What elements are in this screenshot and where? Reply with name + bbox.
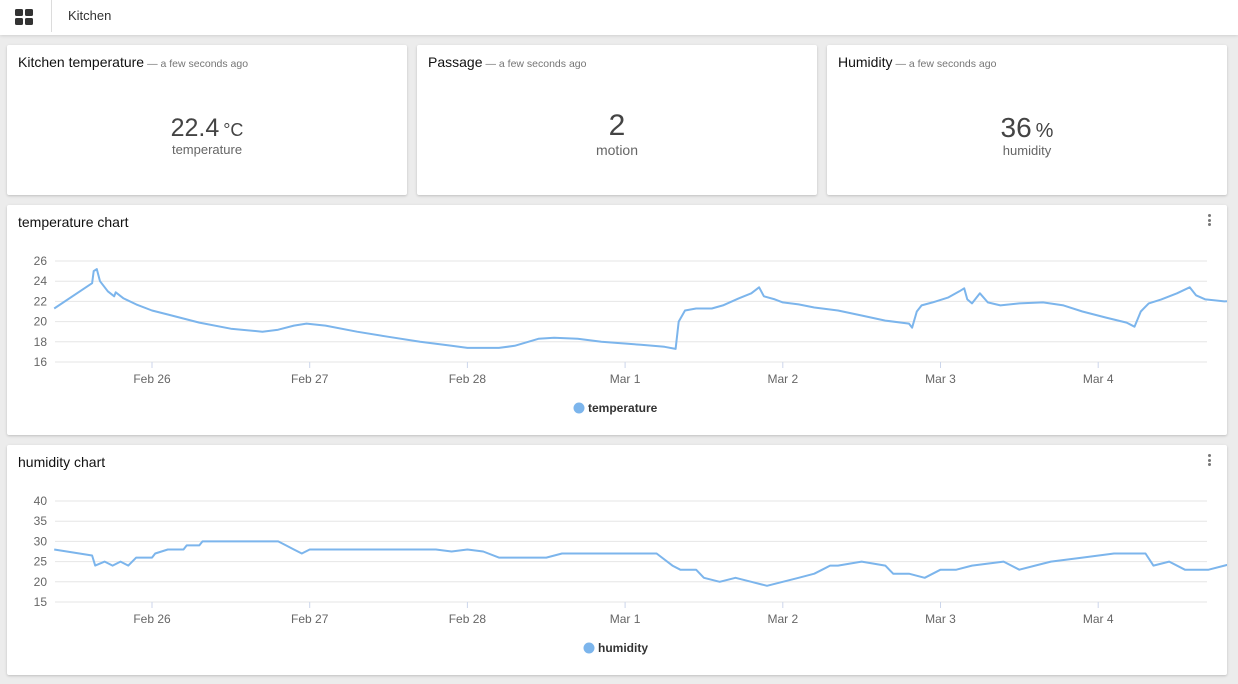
x-tick-label: Mar 1 <box>610 372 641 386</box>
last-updated: — a few seconds ago <box>895 58 997 70</box>
x-tick-label: Mar 4 <box>1083 372 1114 386</box>
y-tick-label: 20 <box>34 575 48 589</box>
legend-label: temperature <box>588 401 658 415</box>
y-tick-label: 25 <box>34 555 48 569</box>
value-display: 36% humidity <box>827 112 1227 158</box>
header-divider <box>51 0 52 32</box>
x-tick-label: Feb 27 <box>291 612 329 626</box>
humidity-card[interactable]: Humidity — a few seconds ago 36% humidity <box>827 45 1227 195</box>
humidity-value: 36 <box>1000 112 1032 143</box>
series-line-humidity <box>54 540 1227 587</box>
y-tick-label: 20 <box>34 315 48 329</box>
x-tick-label: Feb 26 <box>133 372 171 386</box>
x-tick-label: Mar 3 <box>925 612 956 626</box>
legend-dot-icon <box>573 402 585 414</box>
value-display: 2 motion <box>417 109 817 158</box>
kitchen-temperature-card[interactable]: Kitchen temperature — a few seconds ago 2… <box>7 45 407 195</box>
card-header: Kitchen temperature — a few seconds ago <box>18 54 248 72</box>
card-title: Humidity <box>838 54 893 70</box>
temperature-value: 22.4 <box>170 114 220 142</box>
y-tick-label: 30 <box>34 534 48 548</box>
legend-item[interactable]: temperature <box>573 401 658 415</box>
dashboard-grid-icon[interactable] <box>13 6 35 28</box>
y-tick-label: 24 <box>34 274 48 288</box>
y-tick-label: 16 <box>34 355 48 369</box>
x-tick-label: Mar 2 <box>767 612 798 626</box>
value-label: humidity <box>1002 143 1052 158</box>
value-label: temperature <box>171 142 243 157</box>
y-tick-label: 40 <box>34 494 48 508</box>
card-title: Kitchen temperature <box>18 54 145 70</box>
legend-label: humidity <box>598 641 648 655</box>
y-tick-label: 22 <box>34 294 48 308</box>
value-display: 22.4 °C temperature <box>7 114 407 157</box>
temperature-chart-card: temperature chart 16 18 20 22 24 26 Feb 26 Feb … <box>7 205 1227 435</box>
x-tick-label: Mar 1 <box>610 612 641 626</box>
x-tick-label: Mar 2 <box>767 372 798 386</box>
x-tick-label: Feb 26 <box>133 612 171 626</box>
y-tick-label: 35 <box>34 514 48 528</box>
motion-value: 2 <box>608 109 626 142</box>
card-header: Humidity — a few seconds ago <box>838 54 996 72</box>
x-tick-label: Feb 28 <box>449 372 487 386</box>
legend-item[interactable]: humidity <box>583 641 649 655</box>
y-tick-label: 18 <box>34 335 48 349</box>
temperature-unit: °C <box>223 120 244 140</box>
breadcrumb[interactable]: Kitchen <box>68 8 111 23</box>
card-title: Passage <box>428 54 483 70</box>
value-label: motion <box>595 142 639 158</box>
passage-card[interactable]: Passage — a few seconds ago 2 motion <box>417 45 817 195</box>
temperature-chart: 16 18 20 22 24 26 Feb 26 Feb 27 Feb 28 Mar 1 Mar 2… <box>34 254 1227 415</box>
humidity-unit: % <box>1035 120 1054 142</box>
y-tick-label: 15 <box>34 595 48 609</box>
y-tick-label: 26 <box>34 254 48 268</box>
card-header: Passage — a few seconds ago <box>428 54 586 72</box>
x-tick-label: Feb 28 <box>449 612 487 626</box>
humidity-chart: 15 20 25 30 35 40 Feb 26 Feb 27 Feb 28 Mar 1 Mar 2… <box>34 494 1227 655</box>
plot-area: 16 18 20 22 24 26 Feb 26 Feb 27 Feb 28 Mar 1 Mar 2… <box>34 254 1227 386</box>
series-line-temperature <box>53 268 1227 350</box>
x-tick-label: Mar 3 <box>925 372 956 386</box>
x-tick-label: Feb 27 <box>291 372 329 386</box>
x-tick-label: Mar 4 <box>1083 612 1114 626</box>
top-bar: Kitchen <box>0 0 1238 35</box>
humidity-chart-card: humidity chart 15 20 25 30 35 40 Feb 26 Feb 27 F… <box>7 445 1227 675</box>
last-updated: — a few seconds ago <box>147 58 249 70</box>
plot-area: 15 20 25 30 35 40 Feb 26 Feb 27 Feb 28 Mar 1 Mar 2… <box>34 494 1227 626</box>
last-updated: — a few seconds ago <box>485 58 587 70</box>
legend-dot-icon <box>583 642 595 654</box>
